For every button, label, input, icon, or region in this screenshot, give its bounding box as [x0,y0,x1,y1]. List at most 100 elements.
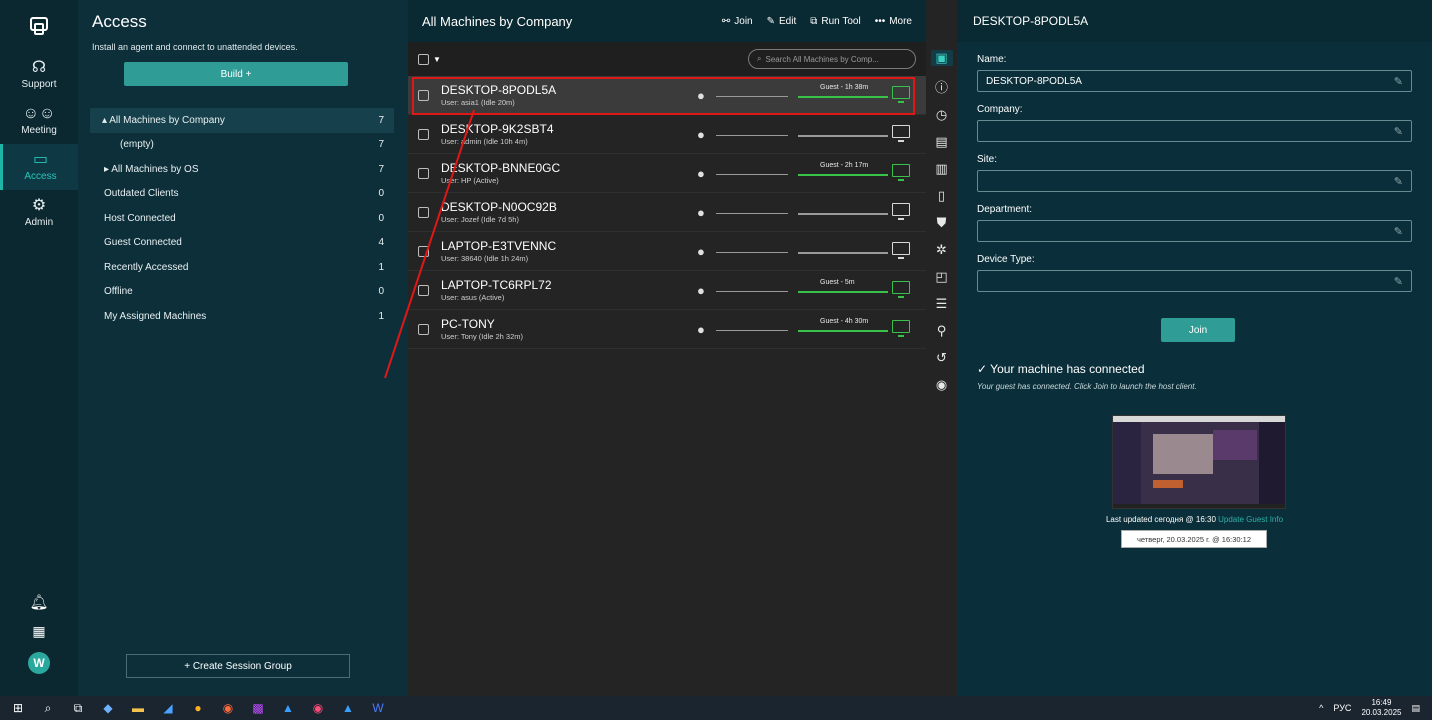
group-label: Recently Accessed [104,261,189,273]
app-icon[interactable]: ● [190,700,206,716]
document-icon[interactable]: ▯ [938,188,945,204]
table-row[interactable]: DESKTOP-N0OC92B User: Jozef (Idle 7d 5h) … [408,193,926,232]
group-host-connected[interactable]: Host Connected 0 [92,206,394,231]
site-field[interactable]: ✎ [977,170,1412,192]
avatar[interactable]: W [28,652,50,674]
row-checkbox[interactable] [418,245,429,257]
rail-item-support[interactable]: ☊ Support [0,52,78,98]
pencil-icon[interactable]: ✎ [1394,175,1403,188]
app-icon[interactable]: ◆ [100,700,116,716]
group-label: Outdated Clients [104,188,179,200]
group-label: (empty) [120,139,154,151]
table-row[interactable]: DESKTOP-8PODL5A User: asia1 (Idle 20m) ● … [408,76,926,115]
details-fields: Name: DESKTOP-8PODL5A ✎ Company: ✎ Site: … [957,54,1432,292]
row-checkbox[interactable] [418,323,429,335]
windows-start-icon[interactable]: ⊞ [10,700,26,716]
build-button[interactable]: Build + [124,62,348,86]
rail-label: Support [21,79,57,90]
more-action-button[interactable]: ••• More [875,16,912,27]
folder-icon[interactable]: ▬ [130,700,146,716]
app-icon[interactable]: ◢ [160,700,176,716]
info-icon[interactable]: ⓘ [935,77,948,96]
clock[interactable]: 16:49 20.03.2025 [1361,698,1401,718]
group-recently-accessed[interactable]: Recently Accessed 1 [92,255,394,280]
list-icon[interactable]: ☰ [936,296,948,312]
group-guest-connected[interactable]: Guest Connected 4 [92,231,394,256]
settings-icon[interactable]: ✲ [936,242,947,258]
group-all-machines-by-company[interactable]: ▴ All Machines by Company 7 [90,108,394,133]
group-label: My Assigned Machines [104,310,207,322]
row-checkbox[interactable] [418,89,429,101]
chrome-icon[interactable]: ◉ [220,700,236,716]
app-icon[interactable]: ▩ [250,700,266,716]
machine-user: User: admin (Idle 10h 4m) [441,137,528,146]
field-label: Department: [977,204,1033,215]
row-checkbox[interactable] [418,128,429,140]
pencil-icon[interactable]: ✎ [1394,125,1403,138]
robot-icon[interactable]: ⚲ [937,323,947,339]
bell-icon[interactable]: 🔔︎ [29,593,48,611]
row-checkbox[interactable] [418,167,429,179]
chevron-down-icon[interactable]: ▼ [433,55,441,64]
department-field[interactable]: ✎ [977,220,1412,242]
chat-icon[interactable]: ▤ [935,134,947,150]
app-icon[interactable]: ◉ [310,700,326,716]
company-field[interactable]: ✎ [977,120,1412,142]
rail-item-admin[interactable]: ⚙ Admin [0,190,78,236]
guest-screen-thumbnail[interactable] [1112,415,1286,509]
select-all-checkbox[interactable] [418,53,429,65]
task-view-icon[interactable]: ⧉ [70,700,86,716]
join-action-button[interactable]: ⚯ Join [722,16,753,27]
row-checkbox[interactable] [418,206,429,218]
desktop-tab-icon[interactable]: ▣ [930,50,953,66]
shield-icon[interactable]: ⛊ [937,215,947,231]
group-outdated-clients[interactable]: Outdated Clients 0 [92,182,394,207]
person-icon: ● [697,127,705,142]
pencil-icon[interactable]: ✎ [1394,275,1403,288]
table-row[interactable]: DESKTOP-9K2SBT4 User: admin (Idle 10h 4m)… [408,115,926,154]
table-row[interactable]: DESKTOP-BNNE0GC User: HP (Active) ● Guest… [408,154,926,193]
guest-status-line [798,291,888,293]
device-type-field[interactable]: ✎ [977,270,1412,292]
update-guest-info-link[interactable]: Update Guest Info [1218,515,1283,524]
app-icon[interactable]: ▲ [340,700,356,716]
notifications-icon[interactable]: ▤ [1411,703,1420,714]
group-my-assigned-machines[interactable]: My Assigned Machines 1 [92,304,394,329]
gear-icon: ⚙ [31,197,47,214]
clock-icon[interactable]: ◷ [936,107,947,123]
name-field[interactable]: DESKTOP-8PODL5A ✎ [977,70,1412,92]
rail-item-access[interactable]: ▭ Access [0,144,78,190]
pencil-icon[interactable]: ✎ [1394,75,1403,88]
user-circle-icon[interactable]: ◉ [936,377,947,393]
search-input[interactable]: ⌕ Search All Machines by Comp... [748,49,916,69]
table-row[interactable]: PC-TONY User: Tony (Idle 2h 32m) ● Guest … [408,310,926,349]
app-icon[interactable]: ▲ [280,700,296,716]
pencil-icon[interactable]: ✎ [1394,225,1403,238]
group-label: Guest Connected [104,237,182,249]
terminal-icon[interactable]: ▥ [935,161,947,177]
create-session-group-button[interactable]: + Create Session Group [126,654,350,678]
word-icon[interactable]: W [370,700,386,716]
check-icon: ✓ [977,362,991,376]
group-label: ▸ All Machines by OS [104,163,199,175]
rail-item-meeting[interactable]: ☺☺ Meeting [0,98,78,144]
chevron-up-icon[interactable]: ^ [1319,703,1323,713]
person-icon: ● [697,205,705,220]
edit-action-button[interactable]: ✎ Edit [767,16,797,27]
rail-label: Admin [24,217,54,228]
row-checkbox[interactable] [418,284,429,296]
group-empty[interactable]: (empty) 7 [92,133,394,158]
table-row[interactable]: LAPTOP-E3TVENNC User: 38640 (Idle 1h 24m)… [408,232,926,271]
language-indicator[interactable]: РУС [1333,703,1351,713]
join-button[interactable]: Join [1161,318,1235,342]
edit-label: Edit [779,15,797,27]
history-icon[interactable]: ↺ [936,350,947,366]
file-search-icon[interactable]: ◰ [935,269,947,285]
table-row[interactable]: LAPTOP-TC6RPL72 User: asus (Active) ● Gue… [408,271,926,310]
connected-message: ✓ Your machine has connected [977,362,1432,376]
run-tool-action-button[interactable]: ⧉ Run Tool [810,16,860,27]
group-offline[interactable]: Offline 0 [92,280,394,305]
group-all-machines-by-os[interactable]: ▸ All Machines by OS 7 [92,157,394,182]
apps-grid-icon[interactable]: ▦ [32,623,45,640]
search-icon[interactable]: ⌕ [40,700,56,716]
